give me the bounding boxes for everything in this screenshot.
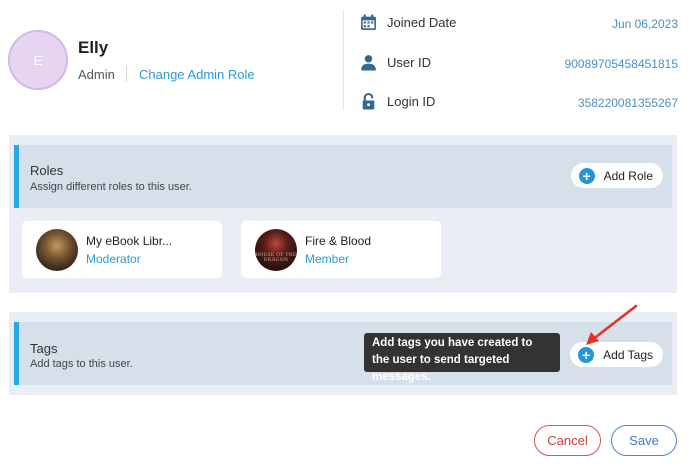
tags-title: Tags [30,341,58,356]
save-button[interactable]: Save [611,425,677,456]
add-role-label: Add Role [603,168,653,183]
avatar-letter: E [33,52,43,68]
divider [126,66,127,82]
login-id-value: 358220081355267 [577,96,678,110]
tags-section: Tags Add tags to this user. + Add Tags [9,312,677,395]
user-name: Elly [78,38,109,57]
user-id-label: User ID [387,55,432,70]
library-thumbnail [36,229,78,271]
role-card[interactable]: HOUSE OF THE DRAGON Fire & Blood Member [241,221,441,278]
vertical-divider [343,10,344,110]
user-id-row: User ID 90089705458451815 [360,53,680,73]
plus-icon: + [578,167,595,184]
user-icon [361,55,376,71]
login-id-label: Login ID [387,94,436,109]
roles-subtitle: Assign different roles to this user. [30,181,192,193]
role-card-title: Fire & Blood [305,234,372,248]
user-id-value: 90089705458451815 [564,57,678,71]
joined-date-row: Joined Date Jun 06,2023 [360,13,680,33]
add-tags-tooltip: Add tags you have created to the user to… [364,333,560,383]
avatar: E [8,30,68,90]
role-card-title: My eBook Libr... [86,234,173,248]
lock-icon [362,93,375,110]
user-role: Admin [78,67,115,82]
roles-section: Roles Assign different roles to this use… [9,135,677,293]
role-card[interactable]: My eBook Libr... Moderator [22,221,222,278]
role-card-role: Moderator [86,252,141,266]
change-admin-role-link[interactable]: Change Admin Role [139,67,255,82]
role-card-role: Member [305,252,350,266]
cancel-button[interactable]: Cancel [534,425,601,456]
login-id-row: Login ID 358220081355267 [360,92,680,112]
pointer-arrow-icon [586,304,638,345]
joined-date-label: Joined Date [387,15,457,30]
joined-date-value: Jun 06,2023 [611,17,678,31]
calendar-icon [361,14,376,30]
roles-header: Roles Assign different roles to this use… [14,145,672,208]
thumbnail-caption: HOUSE OF THE DRAGON [255,253,297,263]
add-role-button[interactable]: + Add Role [570,163,663,188]
fire-and-blood-thumbnail: HOUSE OF THE DRAGON [255,229,297,271]
tags-subtitle: Add tags to this user. [30,358,133,370]
roles-title: Roles [30,163,64,178]
tags-header: Tags Add tags to this user. + Add Tags [14,322,672,385]
